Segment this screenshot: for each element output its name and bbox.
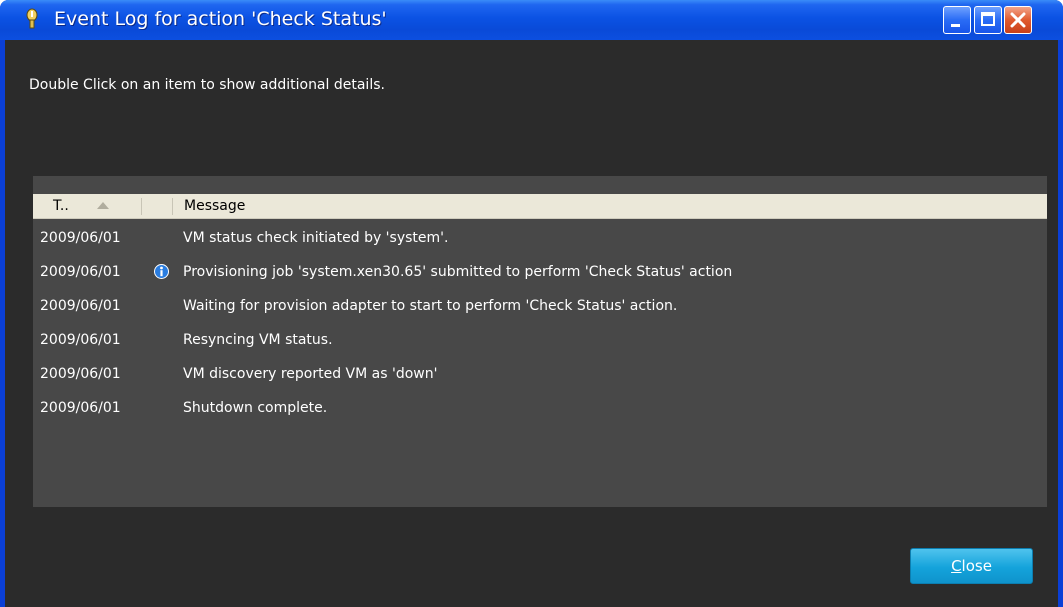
row-message: Provisioning job 'system.xen30.65' submi… (183, 264, 733, 280)
close-button[interactable]: Close (910, 548, 1033, 584)
sort-ascending-icon (97, 202, 109, 209)
close-button-mnemonic: C (951, 557, 962, 575)
column-header-message-label: Message (184, 198, 246, 214)
column-header-time[interactable]: T.. (33, 194, 170, 218)
close-button-label: lose (961, 557, 992, 575)
instruction-text: Double Click on an item to show addition… (29, 77, 385, 93)
title-bar[interactable]: Event Log for action 'Check Status' (0, 0, 1063, 40)
row-time: 2009/06/01 (40, 332, 121, 348)
list-header: T.. Message (33, 194, 1047, 219)
column-header-message[interactable]: Message (172, 194, 1047, 218)
minimize-icon (951, 24, 960, 27)
app-icon (26, 8, 38, 29)
table-row[interactable]: 2009/06/01 Resyncing VM status. (33, 332, 1047, 366)
window-title: Event Log for action 'Check Status' (54, 8, 387, 30)
row-message: Resyncing VM status. (183, 332, 333, 348)
info-icon (154, 264, 169, 279)
maximize-icon (981, 12, 995, 26)
row-message: Waiting for provision adapter to start t… (183, 298, 678, 314)
row-time: 2009/06/01 (40, 366, 121, 382)
row-message: VM discovery reported VM as 'down' (183, 366, 438, 382)
event-log-window: Event Log for action 'Check Status' Doub… (0, 0, 1063, 607)
column-divider[interactable] (141, 198, 142, 215)
table-row[interactable]: 2009/06/01 Provisioning job 'system.xen3… (33, 264, 1047, 298)
table-row[interactable]: 2009/06/01 VM discovery reported VM as '… (33, 366, 1047, 400)
table-row[interactable]: 2009/06/01 Shutdown complete. (33, 400, 1047, 434)
row-time: 2009/06/01 (40, 264, 121, 280)
row-time: 2009/06/01 (40, 400, 121, 416)
minimize-button[interactable] (943, 6, 971, 34)
event-list[interactable]: T.. Message 2009/06/01 VM status check i… (33, 176, 1047, 507)
column-header-time-label: T.. (53, 198, 69, 214)
close-icon (1010, 12, 1026, 28)
row-message: VM status check initiated by 'system'. (183, 230, 449, 246)
row-message: Shutdown complete. (183, 400, 328, 416)
close-window-button[interactable] (1004, 6, 1032, 34)
event-rows: 2009/06/01 VM status check initiated by … (33, 230, 1047, 434)
row-time: 2009/06/01 (40, 230, 121, 246)
maximize-button[interactable] (974, 6, 1002, 34)
table-row[interactable]: 2009/06/01 Waiting for provision adapter… (33, 298, 1047, 332)
table-row[interactable]: 2009/06/01 VM status check initiated by … (33, 230, 1047, 264)
row-time: 2009/06/01 (40, 298, 121, 314)
